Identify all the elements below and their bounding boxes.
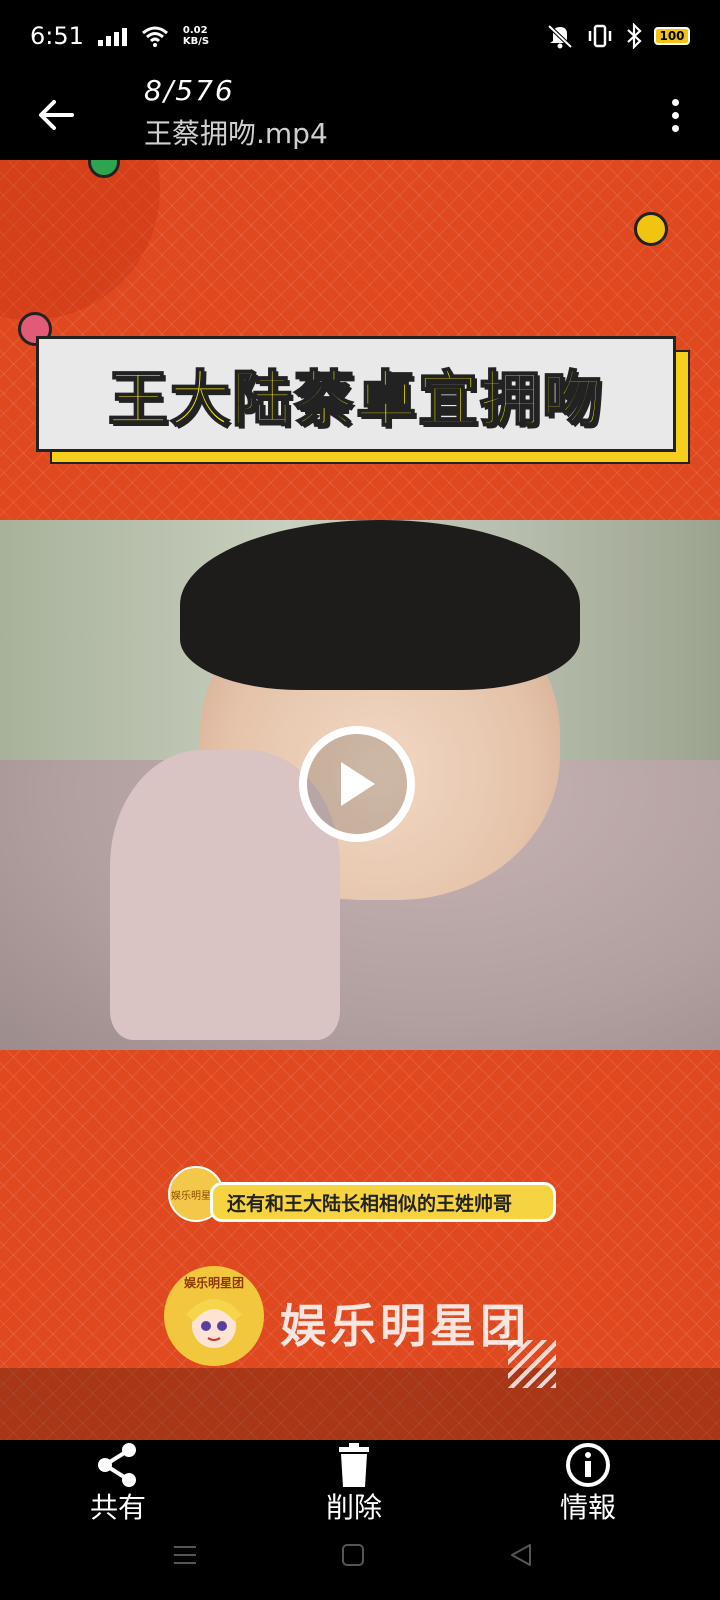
media-counter: 8/576	[144, 74, 235, 107]
net-speed: 0.02 KB/S	[182, 25, 210, 47]
mute-bell-icon	[547, 24, 573, 49]
action-bar: 共有 削除 情報	[0, 1440, 720, 1530]
bluetooth-icon	[627, 23, 642, 49]
share-label: 共有	[89, 1491, 146, 1524]
back-icon[interactable]	[508, 1542, 534, 1568]
brand-logo: 娱乐明星团	[164, 1266, 264, 1366]
delete-button[interactable]: 削除	[294, 1440, 414, 1530]
app-bar: 8/576 王蔡拥吻.mp4	[0, 72, 720, 160]
file-name: 王蔡拥吻.mp4	[144, 117, 328, 150]
screen: 6:51 0.02 KB/S 100 8/576 王蔡拥吻.mp4 王大陆蔡卓宜…	[0, 0, 720, 1600]
vibrate-icon	[588, 24, 612, 48]
share-button[interactable]: 共有	[58, 1440, 178, 1530]
info-label: 情報	[559, 1491, 616, 1524]
home-icon[interactable]	[340, 1542, 366, 1568]
more-options-icon[interactable]	[660, 90, 690, 140]
wifi-icon	[141, 26, 168, 47]
video-caption: 还有和王大陆长相相似的王姓帅哥	[210, 1182, 556, 1222]
decor-stripes	[508, 1340, 556, 1388]
info-button[interactable]: 情報	[528, 1440, 648, 1530]
title-banner-text: 王大陆蔡卓宜拥吻	[107, 364, 604, 436]
info-icon	[566, 1443, 610, 1487]
back-arrow-icon[interactable]	[32, 90, 82, 140]
menu-icon[interactable]	[172, 1542, 198, 1568]
status-time: 6:51	[30, 22, 84, 50]
play-button[interactable]	[299, 726, 415, 842]
decor-shape	[0, 160, 160, 320]
delete-icon	[339, 1443, 369, 1487]
system-nav-bar	[0, 1530, 720, 1600]
signal-icon	[97, 26, 127, 46]
battery-icon: 100	[654, 27, 690, 45]
decor-dot-yellow	[634, 212, 668, 246]
delete-label: 削除	[325, 1491, 382, 1524]
brand-name: 娱乐明星团	[280, 1299, 530, 1353]
title-banner: 王大陆蔡卓宜拥吻	[36, 336, 690, 464]
share-icon	[98, 1443, 136, 1487]
status-bar: 6:51 0.02 KB/S 100	[0, 0, 720, 72]
play-icon	[341, 762, 375, 806]
